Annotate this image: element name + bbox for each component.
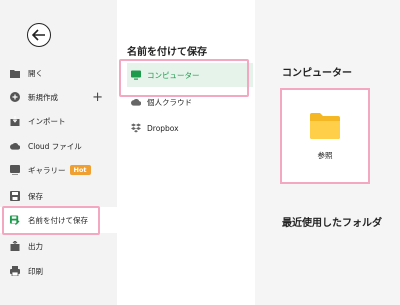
arrow-left-icon (32, 29, 45, 41)
sidebar-item-gallery[interactable]: ギャラリー Hot (0, 157, 117, 183)
location-label: Dropbox (147, 123, 179, 133)
hot-badge: Hot (69, 165, 91, 175)
sidebar-item-label: インポート (28, 116, 66, 126)
location-detail-panel: コンピューター 参照 最近使用したフォルダ (255, 0, 400, 305)
cloud-icon (131, 97, 141, 107)
sidebar-item-open[interactable]: 開く (0, 60, 117, 86)
sidebar-item-label: Cloud ファイル (28, 141, 82, 151)
location-label: コンピューター (147, 70, 200, 80)
save-location-panel: 名前を付けて保存 コンピューター 個人クラウド Dropbox (117, 0, 255, 305)
sidebar: 開く 新規作成 + インポート Cloud ファイル ギャラリー Hot 保存 (0, 0, 117, 305)
sidebar-item-cloud-files[interactable]: Cloud ファイル (0, 133, 117, 159)
sidebar-item-new[interactable]: 新規作成 + (0, 84, 117, 110)
location-dropbox[interactable]: Dropbox (127, 116, 253, 140)
panel-title: 名前を付けて保存 (127, 47, 207, 58)
back-button[interactable] (27, 23, 51, 47)
recent-folders-title: 最近使用したフォルダ (282, 218, 382, 229)
sidebar-item-label: 開く (28, 68, 43, 78)
sidebar-item-label: 出力 (28, 241, 43, 251)
folder-icon (10, 68, 20, 78)
sidebar-item-label: 新規作成 (28, 92, 58, 102)
browse-button[interactable]: 参照 (280, 88, 370, 184)
save-icon (10, 191, 20, 201)
sidebar-item-save[interactable]: 保存 (0, 183, 117, 209)
location-personal-cloud[interactable]: 個人クラウド (127, 90, 253, 114)
import-icon (10, 116, 20, 126)
location-label: 個人クラウド (147, 97, 192, 107)
print-icon (10, 266, 20, 276)
location-title: コンピューター (282, 68, 352, 79)
sidebar-item-label: 印刷 (28, 266, 43, 276)
new-plus-button[interactable]: + (92, 91, 103, 104)
location-computer[interactable]: コンピューター (127, 63, 253, 87)
sidebar-item-print[interactable]: 印刷 (0, 258, 117, 284)
export-icon (10, 241, 20, 251)
cloud-icon (10, 141, 20, 151)
save-as-icon (10, 215, 20, 225)
sidebar-item-export[interactable]: 出力 (0, 233, 117, 259)
folder-icon (310, 112, 340, 139)
monitor-icon (131, 70, 141, 80)
sidebar-item-import[interactable]: インポート (0, 108, 117, 134)
plus-circle-icon (10, 92, 20, 102)
gallery-icon (10, 165, 20, 175)
sidebar-item-label: ギャラリー (28, 165, 66, 175)
sidebar-item-label: 名前を付けて保存 (28, 215, 88, 225)
browse-label: 参照 (317, 150, 333, 160)
sidebar-item-label: 保存 (28, 191, 43, 201)
dropbox-icon (131, 123, 141, 133)
sidebar-item-save-as[interactable]: 名前を付けて保存 (0, 207, 117, 233)
